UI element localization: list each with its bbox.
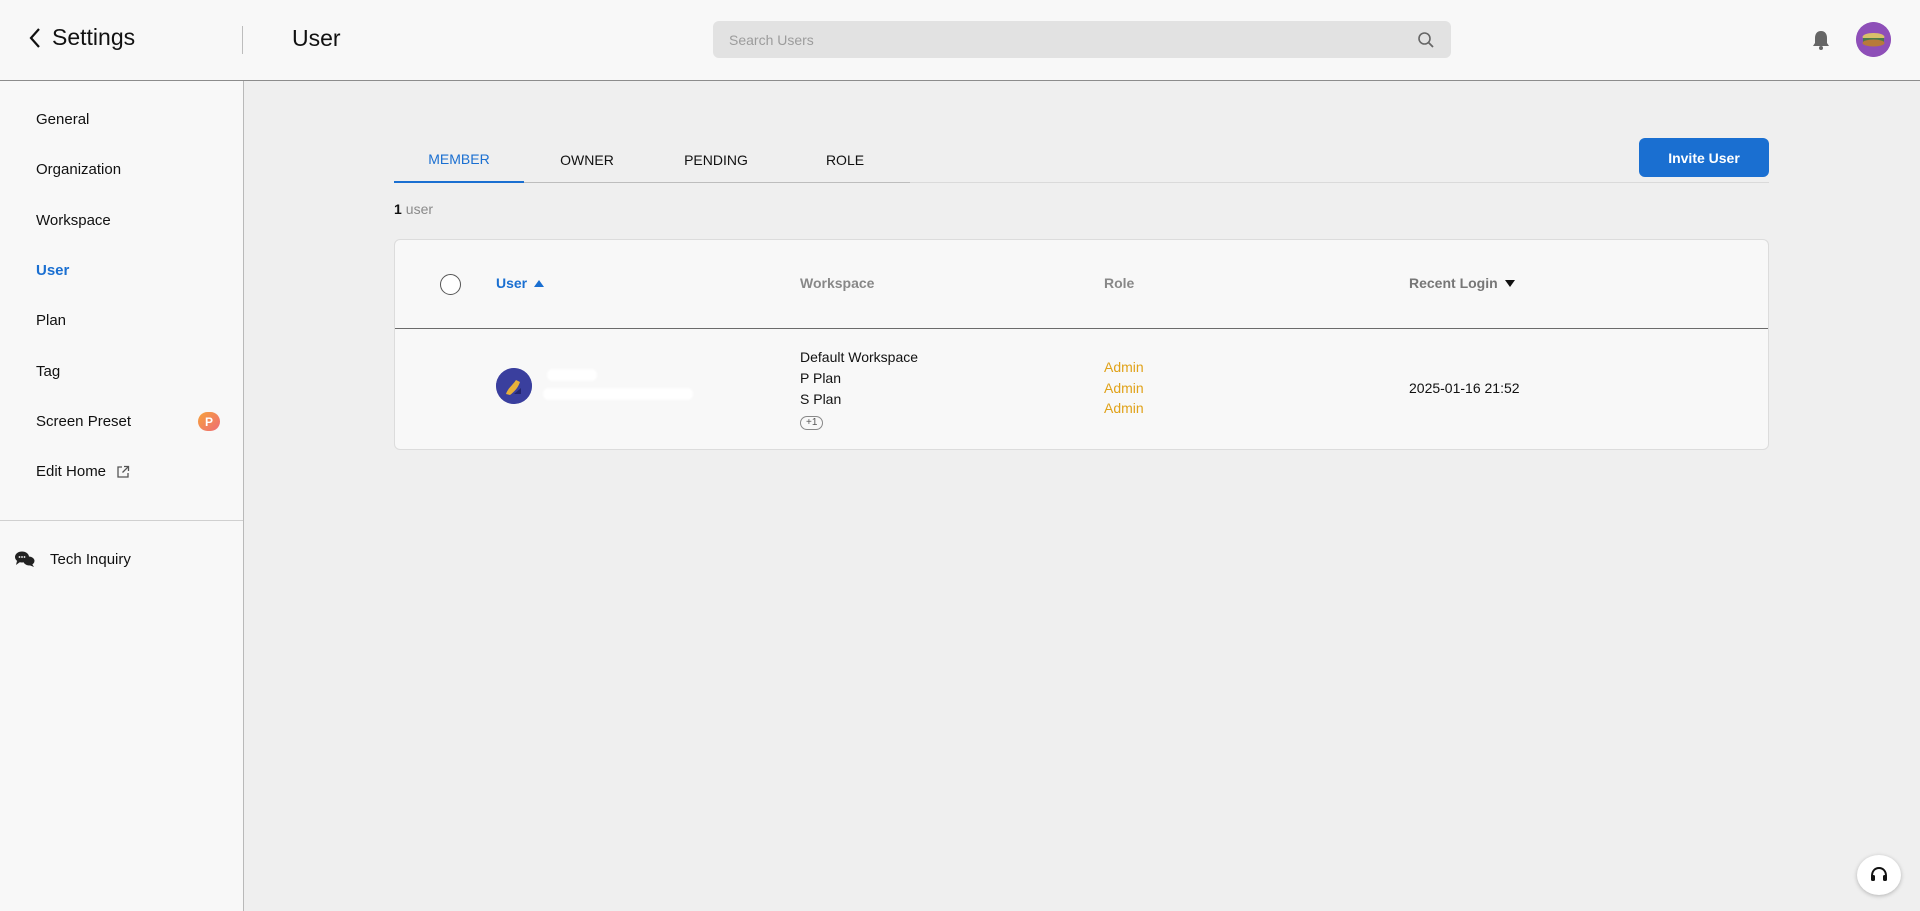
sidebar-item-screen-preset[interactable]: Screen Preset	[36, 413, 131, 430]
tab-member[interactable]: MEMBER	[394, 137, 524, 183]
sidebar-item-edit-home[interactable]: Edit Home	[36, 463, 130, 480]
user-count-number: 1	[394, 201, 402, 217]
sidebar: General Organization Workspace User Plan…	[0, 81, 244, 911]
invite-user-button[interactable]: Invite User	[1639, 138, 1769, 177]
role-list: Admin Admin Admin	[1104, 357, 1144, 419]
redacted-name	[547, 369, 597, 381]
tech-inquiry-label: Tech Inquiry	[50, 550, 131, 568]
sidebar-item-label: User	[36, 262, 70, 279]
user-avatar	[496, 368, 532, 404]
sidebar-item-label: Tag	[36, 363, 61, 380]
role-item: Admin	[1104, 379, 1144, 396]
tech-inquiry-link[interactable]: Tech Inquiry	[14, 550, 131, 568]
back-button[interactable]: Settings	[26, 24, 135, 51]
tabs-divider	[910, 182, 1769, 183]
table-header: User Workspace Role Recent Login	[395, 240, 1768, 329]
column-user-label: User	[496, 275, 528, 291]
search-icon[interactable]	[1417, 31, 1435, 49]
recent-login-value: 2025-01-16 21:52	[1409, 380, 1520, 396]
search-input[interactable]	[729, 31, 1417, 48]
role-item: Admin	[1104, 359, 1144, 375]
column-role-label: Role	[1104, 275, 1135, 291]
workspace-list: Default Workspace P Plan S Plan +1	[800, 347, 918, 431]
redacted-email	[543, 388, 693, 400]
sidebar-item-plan[interactable]: Plan	[36, 312, 66, 329]
header-divider	[242, 26, 243, 54]
user-count: 1 user	[394, 201, 433, 217]
back-label: Settings	[52, 24, 136, 50]
sidebar-item-label: Workspace	[36, 212, 111, 229]
external-link-icon	[117, 465, 130, 478]
more-workspaces-chip[interactable]: +1	[800, 416, 824, 430]
sidebar-item-label: Plan	[36, 312, 67, 329]
workspace-item: Default Workspace	[800, 349, 919, 365]
search-bar[interactable]	[713, 21, 1451, 58]
workspace-item: P Plan	[800, 370, 841, 386]
profile-avatar[interactable]	[1856, 22, 1891, 57]
page-title: User	[292, 25, 341, 51]
bell-icon[interactable]	[1810, 29, 1832, 51]
sidebar-item-workspace[interactable]: Workspace	[36, 212, 111, 229]
table-row[interactable]: Default Workspace P Plan S Plan +1 Admin…	[395, 330, 1768, 450]
sidebar-item-tag[interactable]: Tag	[36, 363, 60, 380]
column-role: Role	[1104, 275, 1134, 291]
sidebar-item-label: Edit Home	[36, 463, 107, 480]
chat-bubbles-icon	[15, 551, 35, 567]
column-workspace: Workspace	[800, 275, 874, 291]
tab-role[interactable]: ROLE	[780, 137, 910, 183]
sidebar-item-label: Organization	[36, 161, 122, 178]
select-all-radio[interactable]	[440, 274, 461, 295]
avatar-image-icon	[496, 368, 532, 404]
sidebar-item-organization[interactable]: Organization	[36, 161, 121, 178]
column-recent-login-label: Recent Login	[1409, 275, 1498, 291]
workspace-item: S Plan	[800, 391, 842, 407]
user-table: User Workspace Role Recent Login Default…	[394, 239, 1769, 450]
user-count-unit: user	[405, 201, 434, 217]
role-item: Admin	[1104, 400, 1144, 416]
sort-ascending-icon	[534, 279, 545, 287]
column-workspace-label: Workspace	[800, 275, 875, 291]
top-header: Settings User	[0, 0, 1920, 81]
sidebar-divider	[0, 520, 243, 521]
sidebar-item-label: General	[36, 111, 90, 128]
sidebar-item-user[interactable]: User	[36, 262, 69, 279]
headset-icon	[1871, 866, 1887, 881]
tab-owner[interactable]: OWNER	[522, 137, 652, 183]
column-recent-login[interactable]: Recent Login	[1409, 275, 1515, 291]
premium-badge: P	[198, 412, 220, 431]
support-button[interactable]	[1857, 855, 1901, 895]
sidebar-item-label: Screen Preset	[36, 413, 132, 430]
chevron-left-icon	[29, 27, 40, 48]
sidebar-item-general[interactable]: General	[36, 111, 89, 128]
user-tabs: MEMBER OWNER PENDING ROLE	[394, 137, 910, 183]
sort-descending-icon	[1504, 279, 1515, 287]
column-user[interactable]: User	[496, 275, 545, 291]
avatar-image-icon	[1856, 22, 1891, 57]
tab-pending[interactable]: PENDING	[651, 137, 781, 183]
